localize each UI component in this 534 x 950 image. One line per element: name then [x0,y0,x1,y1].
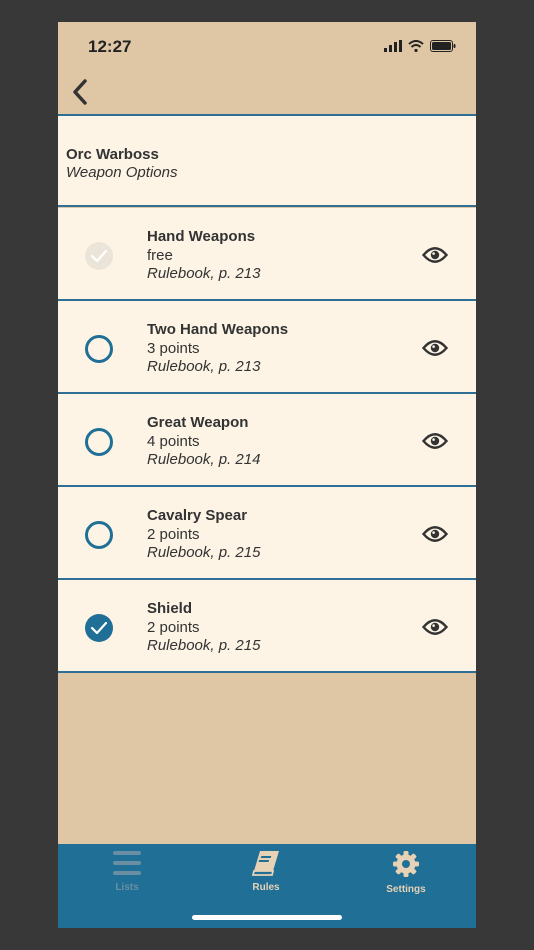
chevron-left-icon [73,79,87,105]
option-name: Two Hand Weapons [147,321,289,338]
view-rule-button[interactable] [421,339,449,362]
tab-bar: Lists Rules Settings [58,844,476,928]
home-indicator [192,915,342,920]
tab-settings[interactable]: Settings [356,850,456,895]
option-name: Cavalry Spear [147,507,248,524]
option-row-great-weapon[interactable]: Great Weapon 4 points Rulebook, p. 214 [58,394,476,487]
battery-icon [430,40,456,52]
option-cost: 3 points [147,339,200,357]
option-cost: 2 points [147,618,200,636]
gear-icon [393,851,419,877]
view-rule-button[interactable] [421,432,449,455]
option-reference: Rulebook, p. 213 [147,265,261,282]
option-reference: Rulebook, p. 215 [147,637,261,654]
option-name: Shield [147,600,193,617]
option-reference: Rulebook, p. 214 [147,451,261,468]
tab-lists[interactable]: Lists [77,850,177,893]
status-time: 12:27 [88,37,132,56]
view-rule-button[interactable] [421,246,449,269]
option-text: Hand Weapons free Rulebook, p. 213 [147,228,260,284]
eye-icon [421,526,449,542]
status-icons [384,40,456,52]
option-text: Cavalry Spear 2 points Rulebook, p. 215 [147,507,260,563]
eye-icon [421,247,449,263]
option-cost: 4 points [147,432,200,450]
tab-label: Rules [252,882,280,893]
eye-icon [421,433,449,449]
phone-screen: 12:27 Orc Warboss Weapon Options Hand We… [58,22,476,928]
tab-label: Settings [386,884,426,895]
unit-name: Orc Warboss [66,146,159,163]
tab-rules[interactable]: Rules [216,850,316,893]
wifi-icon [408,40,424,52]
option-text: Two Hand Weapons 3 points Rulebook, p. 2… [147,321,288,377]
option-reference: Rulebook, p. 215 [147,544,261,561]
option-checkbox-disabled [85,242,113,270]
option-name: Hand Weapons [147,228,256,245]
option-name: Great Weapon [147,414,249,431]
option-reference: Rulebook, p. 213 [147,358,261,375]
checkmark-icon [90,249,108,263]
cellular-signal-icon [384,40,402,52]
option-row-shield[interactable]: Shield 2 points Rulebook, p. 215 [58,580,476,673]
option-text: Great Weapon 4 points Rulebook, p. 214 [147,414,260,470]
eye-icon [421,340,449,356]
checkmark-icon [90,621,108,635]
weapon-options-list: Hand Weapons free Rulebook, p. 213 Two H… [58,208,476,673]
option-radio-checked[interactable] [85,614,113,642]
option-row-hand-weapons[interactable]: Hand Weapons free Rulebook, p. 213 [58,208,476,301]
hamburger-icon [113,851,141,875]
option-cost: free [147,246,173,264]
option-radio[interactable] [85,521,113,549]
book-icon [251,851,279,876]
tab-label: Lists [115,882,139,893]
status-bar: 12:27 [58,22,476,70]
back-button[interactable] [66,76,94,108]
options-subtitle: Weapon Options [66,164,178,181]
option-cost: 2 points [147,525,200,543]
view-rule-button[interactable] [421,525,449,548]
option-row-two-hand-weapons[interactable]: Two Hand Weapons 3 points Rulebook, p. 2… [58,301,476,394]
option-row-cavalry-spear[interactable]: Cavalry Spear 2 points Rulebook, p. 215 [58,487,476,580]
eye-icon [421,619,449,635]
option-radio[interactable] [85,335,113,363]
unit-header: Orc Warboss Weapon Options [58,114,476,207]
option-text: Shield 2 points Rulebook, p. 215 [147,600,260,656]
view-rule-button[interactable] [421,618,449,641]
option-radio[interactable] [85,428,113,456]
